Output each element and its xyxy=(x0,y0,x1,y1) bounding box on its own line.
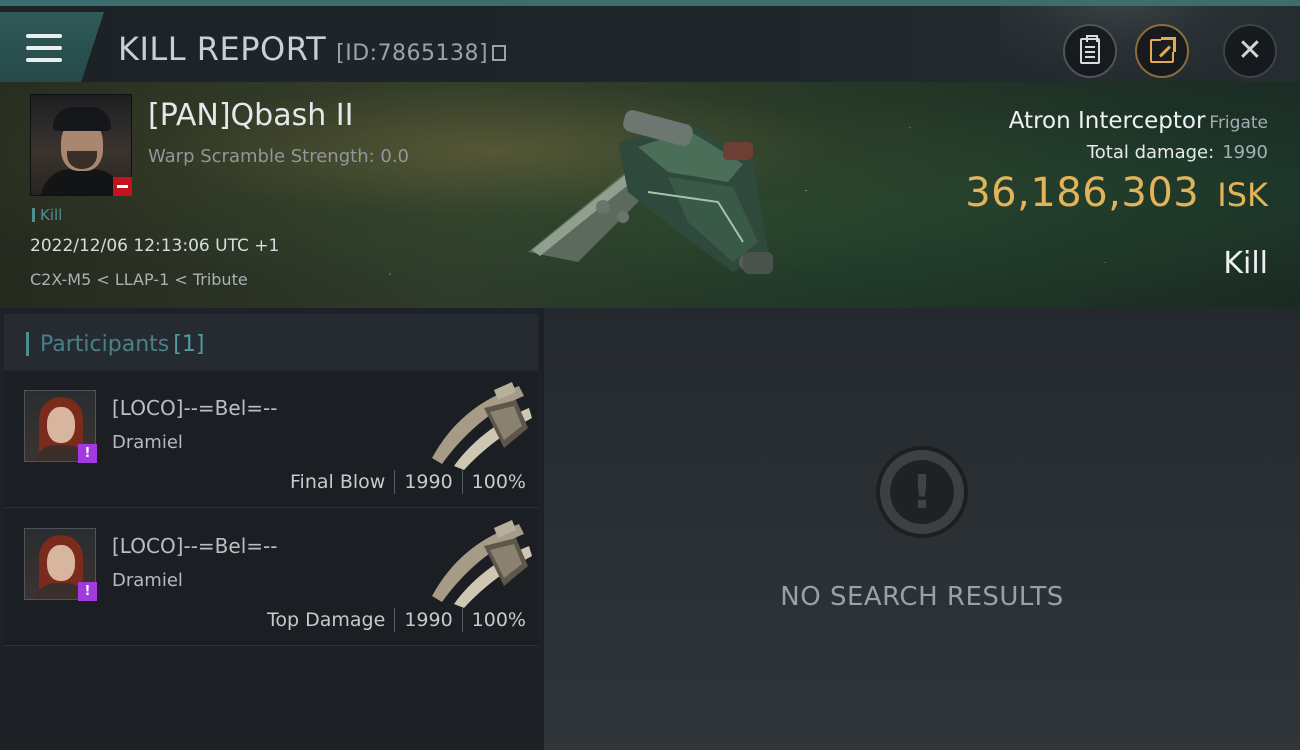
standing-badge-icon: ! xyxy=(78,444,97,463)
divider xyxy=(394,470,396,494)
exclamation-icon: ! xyxy=(876,446,968,538)
attacker-ship: Dramiel xyxy=(112,570,183,591)
attacker-stats: Top Damage 1990 100% xyxy=(267,608,526,632)
attacker-percent: 100% xyxy=(471,609,526,631)
kill-location: C2X-M5 < LLAP-1 < Tribute xyxy=(30,270,248,289)
victim-ship-image xyxy=(528,110,773,274)
attacker-role: Top Damage xyxy=(267,609,386,631)
attacker-ship-image[interactable] xyxy=(424,378,534,470)
attacker-name[interactable]: [LOCO]--=Bel=-- xyxy=(112,396,277,420)
menu-button[interactable] xyxy=(0,12,104,82)
participants-header[interactable]: Participants [1] xyxy=(4,314,538,370)
attacker-name[interactable]: [LOCO]--=Bel=-- xyxy=(112,534,277,558)
hostile-standing-badge xyxy=(113,177,132,196)
isk-unit: ISK xyxy=(1217,176,1268,214)
attacker-role: Final Blow xyxy=(290,471,386,493)
clipboard-icon xyxy=(1080,35,1100,64)
isk-value: 36,186,303 ISK xyxy=(965,170,1268,216)
section-marker xyxy=(26,332,29,356)
share-button[interactable] xyxy=(1135,24,1189,78)
kill-datetime: 2022/12/06 12:13:06 UTC +1 xyxy=(30,236,280,256)
victim-ship-class: Frigate xyxy=(1209,113,1268,133)
details-panel: ! NO SEARCH RESULTS xyxy=(544,308,1300,750)
total-damage-label: Total damage: xyxy=(1086,142,1215,163)
top-bar: KILL REPORT [ID:7865138] ✕ xyxy=(0,0,1300,88)
participant-row[interactable]: ! [LOCO]--=Bel=-- Dramiel Final Blow 199… xyxy=(4,372,538,508)
victim-name[interactable]: [PAN]Qbash II xyxy=(148,98,353,133)
victim-ship-name: Atron Interceptor xyxy=(1008,108,1206,134)
report-button[interactable] xyxy=(1063,24,1117,78)
no-search-results: NO SEARCH RESULTS xyxy=(780,582,1064,612)
participants-count: [1] xyxy=(173,332,205,357)
kill-type-tag: Kill xyxy=(32,206,62,224)
total-damage-value: 1990 xyxy=(1222,142,1268,163)
attacker-damage: 1990 xyxy=(404,471,453,493)
close-icon: ✕ xyxy=(1237,33,1263,68)
attacker-ship-image[interactable] xyxy=(424,516,534,608)
divider xyxy=(394,608,396,632)
divider xyxy=(461,608,463,632)
attacker-damage: 1990 xyxy=(404,609,453,631)
total-damage: Total damage: 1990 xyxy=(1087,142,1268,163)
participants-panel: Participants [1] ! [LOCO]--=Bel=-- Dramie… xyxy=(0,308,540,750)
participants-label: Participants xyxy=(40,332,170,357)
victim-banner: [PAN]Qbash II Warp Scramble Strength: 0.… xyxy=(0,82,1300,308)
share-icon xyxy=(1150,37,1176,63)
attacker-ship: Dramiel xyxy=(112,432,183,453)
attacker-percent: 100% xyxy=(471,471,526,493)
victim-ship[interactable]: Atron Interceptor Frigate xyxy=(1009,108,1268,134)
isk-amount: 36,186,303 xyxy=(965,170,1200,216)
participants-title: Participants [1] xyxy=(40,332,204,357)
page-title: KILL REPORT [ID:7865138] xyxy=(118,30,507,68)
kill-result-label: Kill xyxy=(1223,246,1268,281)
divider xyxy=(461,470,463,494)
participant-row[interactable]: ! [LOCO]--=Bel=-- Dramiel Top Damage 199… xyxy=(4,510,538,646)
standing-badge-icon: ! xyxy=(78,582,97,601)
page-title-text: KILL REPORT xyxy=(118,30,327,68)
close-button[interactable]: ✕ xyxy=(1223,24,1277,78)
warp-scramble-strength: Warp Scramble Strength: 0.0 xyxy=(148,146,410,167)
kill-id: [ID:7865138] xyxy=(336,41,489,66)
copy-icon[interactable] xyxy=(492,45,507,61)
hamburger-menu-icon[interactable] xyxy=(26,34,62,64)
attacker-stats: Final Blow 1990 100% xyxy=(290,470,526,494)
